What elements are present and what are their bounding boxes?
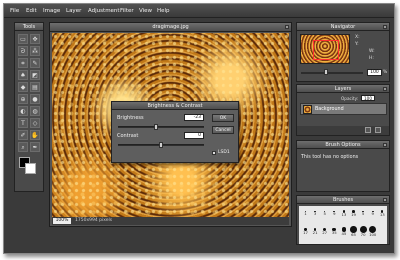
brushes-panel: Brushes 1 3 5 9 13 19 5 9 13 17 21 27 35 45 65 70 100	[296, 195, 390, 245]
magic-wand-icon[interactable]: ⁂	[30, 46, 40, 56]
pencil-icon[interactable]: ✎	[30, 58, 40, 68]
brush-options-panel: Brush Options This tool has no options	[296, 140, 390, 192]
legacy-label: LSD1	[218, 150, 230, 155]
layer-thumbnail	[303, 105, 312, 114]
layers-footer	[297, 126, 389, 135]
brush-preset-size: 100	[369, 232, 377, 237]
opacity-label: Opacity:	[341, 96, 359, 101]
background-color-swatch[interactable]	[25, 163, 36, 174]
nav-h-label: H:	[369, 56, 374, 61]
contrast-input[interactable]: 0	[184, 132, 204, 139]
brush-preset[interactable]: 13	[377, 208, 388, 219]
zoom-input[interactable]: 100%	[53, 218, 71, 224]
brushes-title: Brushes	[297, 196, 389, 204]
marquee-icon[interactable]: ▭	[18, 34, 28, 44]
navigator-zoom-unit: %	[383, 70, 388, 75]
nav-x-label: X:	[355, 35, 360, 40]
brushes-grid: 1 3 5 9 13 19 5 9 13 17 21 27 35 45 65 70 100	[299, 206, 387, 244]
brush-icon[interactable]: ♠	[18, 70, 28, 80]
canvas-status-bar: 100% 1750x994 pixels	[52, 217, 289, 225]
contrast-label: Contrast	[117, 133, 139, 139]
menu-edit[interactable]: Edit	[26, 8, 37, 14]
brightness-label: Brightness	[117, 115, 144, 121]
move-icon[interactable]: ✥	[30, 34, 40, 44]
menu-layer[interactable]: Layer	[66, 8, 81, 14]
menu-help[interactable]: Help	[157, 8, 170, 14]
menu-image[interactable]: Image	[43, 8, 60, 14]
navigator-thumbnail[interactable]	[300, 34, 350, 64]
menu-adjustment[interactable]: Adjustment	[88, 8, 120, 14]
contrast-slider[interactable]	[118, 142, 204, 148]
layer-item[interactable]: Background	[300, 103, 387, 115]
app-window: File Edit Image Layer Adjustment Filter …	[3, 3, 395, 254]
lasso-icon[interactable]: ᘐ	[18, 46, 28, 56]
canvas-title: dragimage.jpg	[50, 23, 291, 32]
eraser-icon[interactable]: ◩	[30, 70, 40, 80]
opacity-input[interactable]: 100	[361, 95, 375, 101]
menu-file[interactable]: File	[10, 8, 19, 14]
text-icon[interactable]: T	[18, 118, 28, 128]
brightness-contrast-dialog: Brightness & Contrast Brightness -23 Con…	[111, 101, 239, 163]
navigator-zoom-handle[interactable]	[324, 69, 328, 75]
brush-options-message: This tool has no options	[301, 155, 359, 160]
brightness-slider-handle[interactable]	[154, 124, 159, 130]
nav-w-label: W:	[369, 49, 375, 54]
delete-layer-icon[interactable]	[375, 127, 381, 133]
menu-filter[interactable]: Filter	[120, 8, 134, 14]
navigator-zoom-input[interactable]: 100	[367, 69, 382, 76]
tools-title: Tools	[15, 23, 43, 31]
menu-bar: File Edit Image Layer Adjustment Filter …	[4, 4, 394, 18]
menu-view[interactable]: View	[139, 8, 152, 14]
legacy-checkbox[interactable]	[212, 151, 216, 155]
dialog-title: Brightness & Contrast	[112, 102, 238, 110]
brush-preset[interactable]: 100	[367, 226, 378, 237]
contrast-slider-handle[interactable]	[159, 142, 163, 148]
clone-icon[interactable]: ⊕	[18, 94, 28, 104]
sponge-icon[interactable]: ◍	[30, 106, 40, 116]
dodge-icon[interactable]: ◐	[18, 106, 28, 116]
layers-panel: Layers Opacity: 100 Background	[296, 84, 390, 136]
brightness-input[interactable]: -23	[184, 114, 204, 121]
eyedropper-icon[interactable]: ✐	[18, 130, 28, 140]
hand-icon[interactable]: ✋	[30, 130, 40, 140]
navigator-zoom-slider[interactable]	[301, 69, 363, 75]
ok-button[interactable]: OK	[212, 114, 234, 122]
nav-y-label: Y:	[355, 42, 359, 47]
tools-panel: Tools ▭ ✥ ᘐ ⁂ ⌗ ✎ ♠ ◩ ◆ ▤ ⊕ ● ◐ ◍ T ◇ ✐ …	[14, 22, 44, 192]
blur-icon[interactable]: ●	[30, 94, 40, 104]
layers-title: Layers	[297, 85, 389, 93]
gradient-icon[interactable]: ▤	[30, 82, 40, 92]
navigator-panel: Navigator X: Y: W: H: 100 %	[296, 22, 390, 82]
bucket-icon[interactable]: ◆	[18, 82, 28, 92]
pen-icon[interactable]: ✒	[30, 142, 40, 152]
brightness-slider[interactable]	[118, 124, 204, 130]
crop-icon[interactable]: ⌗	[18, 58, 28, 68]
shape-icon[interactable]: ◇	[30, 118, 40, 128]
image-dimensions: 1750x994 pixels	[75, 218, 113, 223]
layer-name: Background	[315, 107, 344, 112]
new-layer-icon[interactable]	[365, 127, 371, 133]
navigator-viewport-rect[interactable]	[313, 40, 339, 60]
navigator-title: Navigator	[297, 23, 389, 31]
brush-options-title: Brush Options	[297, 141, 389, 149]
cancel-button[interactable]: Cancel	[212, 126, 234, 134]
zoom-icon[interactable]: ⌕	[18, 142, 28, 152]
brush-preset-size: 13	[379, 211, 385, 217]
